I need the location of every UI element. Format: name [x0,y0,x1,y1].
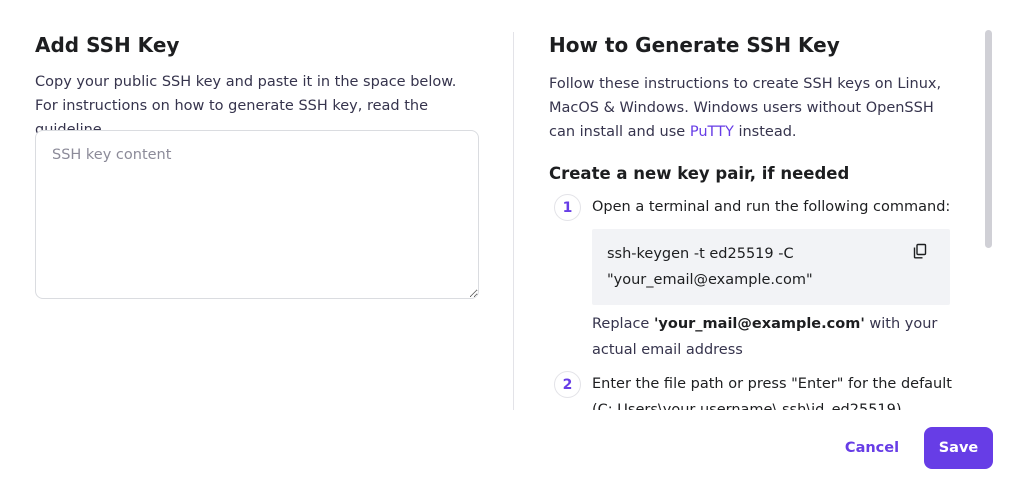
ssh-key-textarea-wrapper [35,130,479,299]
step-number-badge: 2 [554,371,581,398]
putty-link[interactable]: PuTTY [690,124,734,140]
how-to-generate-title: How to Generate SSH Key [549,33,840,57]
step-text: Open a terminal and run the following co… [592,199,951,215]
create-key-pair-subtitle: Create a new key pair, if needed [549,164,850,183]
command-code-block: ssh-keygen -t ed25519 -C "your_email@exa… [592,229,950,305]
note-text: Replace [592,316,654,332]
step-text: Enter the file path or press "Enter" for… [592,376,952,410]
add-ssh-key-panel: Add SSH Key Copy your public SSH key and… [35,32,480,142]
step-number-badge: 1 [554,194,581,221]
scrollbar-thumb[interactable] [985,30,992,248]
how-to-generate-panel: How to Generate SSH Key Follow these ins… [549,32,959,410]
step-note: Replace 'your_mail@example.com' with you… [592,311,959,363]
step-2: 2 Enter the file path or press "Enter" f… [549,371,959,410]
step-1: 1 Open a terminal and run the following … [549,194,959,363]
ssh-key-content-input[interactable] [35,130,479,299]
copy-icon[interactable] [912,243,928,259]
save-button[interactable]: Save [924,427,993,469]
command-text: ssh-keygen -t ed25519 -C "your_email@exa… [607,246,813,288]
description-text-end: instead. [733,124,797,140]
panel-divider [513,32,514,410]
how-to-generate-description: Follow these instructions to create SSH … [549,72,959,144]
add-ssh-key-title: Add SSH Key [35,33,180,57]
cancel-button[interactable]: Cancel [836,430,908,466]
email-placeholder-bold: 'your_mail@example.com' [653,316,865,332]
